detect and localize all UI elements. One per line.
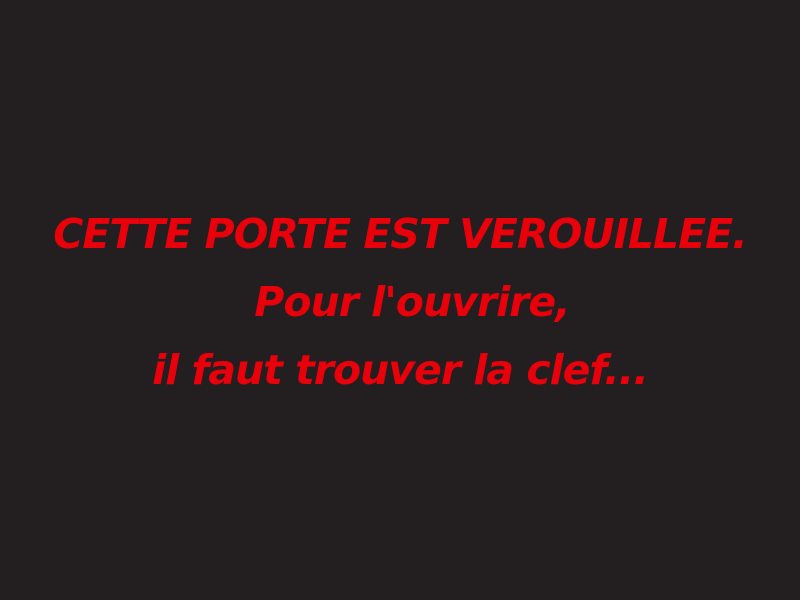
message-line-find-key: il faut trouver la clef... — [152, 346, 649, 394]
locked-door-message: CETTE PORTE EST VEROUILLEE. Pour l'ouvri… — [0, 0, 800, 600]
message-line-locked: CETTE PORTE EST VEROUILLEE. — [53, 210, 747, 258]
game-screen[interactable]: { "screen": { "background_color": "#231f… — [0, 0, 800, 600]
message-line-to-open: Pour l'ouvrire, — [254, 278, 570, 326]
